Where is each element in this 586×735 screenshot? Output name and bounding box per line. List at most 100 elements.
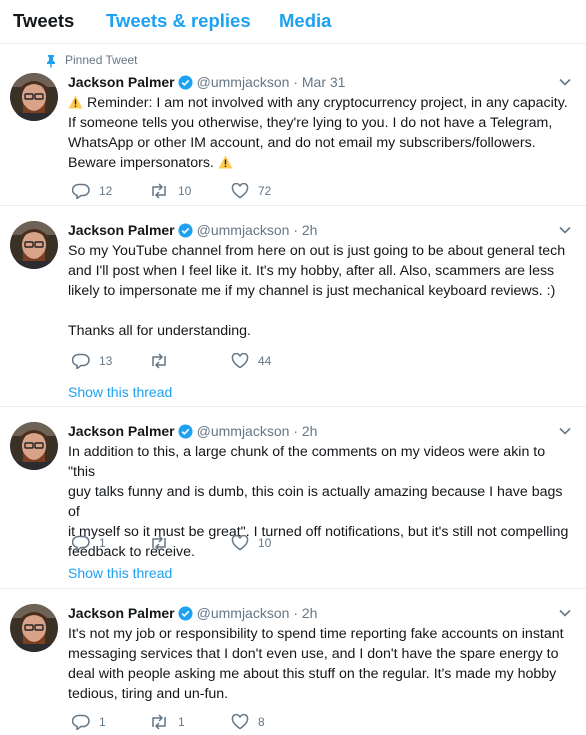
author-name[interactable]: Jackson Palmer: [68, 222, 175, 238]
author-handle[interactable]: @ummjackson: [197, 605, 290, 621]
like-button[interactable]: 44: [231, 353, 271, 369]
tweet-text-line: In addition to this, a large chunk of th…: [68, 444, 550, 480]
chevron-down-icon[interactable]: [558, 75, 572, 89]
retweet-icon: [152, 535, 166, 551]
show-thread-link[interactable]: Show this thread: [68, 384, 172, 400]
separator-dot: ·: [293, 423, 298, 439]
chevron-down-icon[interactable]: [558, 424, 572, 438]
retweet-button[interactable]: [149, 353, 178, 369]
tab-tweets[interactable]: Tweets: [13, 10, 74, 32]
avatar[interactable]: [10, 221, 58, 269]
retweet-count: 10: [178, 184, 192, 198]
tweet-text: So my YouTube channel from here on out i…: [68, 241, 572, 341]
tweet-text: It's not my job or responsibility to spe…: [68, 624, 572, 704]
separator-dot: ·: [293, 605, 298, 621]
reply-button[interactable]: 13: [72, 353, 112, 369]
heart-icon: [231, 183, 249, 199]
tweet-actions: 1 1 8: [68, 714, 368, 734]
retweet-icon: [152, 714, 166, 730]
avatar[interactable]: [10, 73, 58, 121]
avatar[interactable]: [10, 604, 58, 652]
tweet-text-line: and I'll post when I feel like it. It's …: [68, 263, 555, 279]
reply-icon: [72, 535, 90, 551]
reply-count: 13: [99, 354, 113, 368]
tweet-timestamp[interactable]: 2h: [302, 222, 318, 238]
reply-count: 12: [99, 184, 113, 198]
avatar[interactable]: [10, 422, 58, 470]
heart-icon: [231, 535, 249, 551]
author-handle[interactable]: @ummjackson: [197, 423, 290, 439]
retweet-button[interactable]: [149, 535, 178, 551]
tweet-text-line: likely to impersonate me if my channel i…: [68, 283, 556, 299]
tweet-pinned[interactable]: Pinned Tweet Jackson Palmer @ummjackson ·…: [0, 45, 586, 206]
pin-icon: [47, 55, 55, 68]
separator-dot: ·: [293, 74, 298, 90]
separator-dot: ·: [293, 222, 298, 238]
tweet-timestamp[interactable]: 2h: [302, 423, 318, 439]
reply-icon: [72, 183, 90, 199]
tweet-text-line: Reminder: I am not involved with any cry…: [86, 95, 568, 111]
like-button[interactable]: 72: [231, 183, 271, 199]
like-count: 72: [258, 184, 272, 198]
tweet-header: Jackson Palmer @ummjackson · 2h: [68, 422, 317, 440]
profile-tabs: Tweets Tweets & replies Media: [0, 0, 586, 44]
tweet-text-line: Thanks all for understanding.: [68, 323, 251, 339]
pinned-label: Pinned Tweet: [65, 53, 138, 67]
like-count: 10: [258, 536, 272, 550]
warning-emoji-icon: [68, 95, 83, 111]
chevron-down-icon[interactable]: [558, 223, 572, 237]
verified-badge-icon: [178, 75, 193, 90]
tweet-text-line: deal with people asking me about this st…: [68, 666, 557, 682]
tweet[interactable]: Jackson Palmer @ummjackson · 2h It's not …: [0, 590, 586, 735]
tweet-actions: 12 10 72: [68, 183, 368, 203]
verified-badge-icon: [178, 424, 193, 439]
tweet[interactable]: Jackson Palmer @ummjackson · 2h So my You…: [0, 207, 586, 407]
chevron-down-icon[interactable]: [558, 606, 572, 620]
tweet-header: Jackson Palmer @ummjackson · 2h: [68, 604, 317, 622]
tweet-text-line: So my YouTube channel from here on out i…: [68, 243, 566, 259]
like-button[interactable]: 10: [231, 535, 271, 551]
tweet-text: Reminder: I am not involved with any cry…: [68, 93, 572, 173]
like-button[interactable]: 8: [231, 714, 265, 730]
tweet[interactable]: Jackson Palmer @ummjackson · 2h In additi…: [0, 408, 586, 589]
author-name[interactable]: Jackson Palmer: [68, 605, 175, 621]
author-handle[interactable]: @ummjackson: [197, 74, 290, 90]
author-name[interactable]: Jackson Palmer: [68, 74, 175, 90]
retweet-icon: [152, 183, 166, 199]
like-count: 44: [258, 354, 272, 368]
tab-media[interactable]: Media: [279, 10, 331, 32]
tweet-timestamp[interactable]: Mar 31: [302, 74, 346, 90]
reply-icon: [72, 353, 90, 369]
author-handle[interactable]: @ummjackson: [197, 222, 290, 238]
heart-icon: [231, 353, 249, 369]
tweet-text-line: If someone tells you otherwise, they're …: [68, 115, 553, 131]
author-name[interactable]: Jackson Palmer: [68, 423, 175, 439]
heart-icon: [231, 714, 249, 730]
tweet-text-line: guy talks funny and is dumb, this coin i…: [68, 484, 567, 520]
reply-button[interactable]: 12: [72, 183, 112, 199]
tab-tweets-and-replies[interactable]: Tweets & replies: [106, 10, 251, 32]
reply-icon: [72, 714, 90, 730]
tweet-text-line: Beware impersonators.: [68, 155, 214, 171]
retweet-button[interactable]: 10: [149, 183, 191, 199]
reply-button[interactable]: 1: [72, 535, 106, 551]
retweet-button[interactable]: 1: [149, 714, 185, 730]
tweet-text-line: tedious, tiring and un-fun.: [68, 686, 229, 702]
retweet-count: 1: [178, 715, 185, 729]
tweet-actions: 13 44: [68, 353, 368, 373]
tweet-text-line: WhatsApp or other IM account, and do not…: [68, 135, 536, 151]
tweet-header: Jackson Palmer @ummjackson · Mar 31: [68, 73, 345, 91]
reply-count: 1: [99, 715, 106, 729]
show-thread-link[interactable]: Show this thread: [68, 565, 172, 581]
tweet-text-line: messaging services that I don't even use…: [68, 646, 559, 662]
reply-count: 1: [99, 536, 106, 550]
like-count: 8: [258, 715, 265, 729]
warning-emoji-icon: [218, 155, 233, 171]
retweet-icon: [152, 353, 166, 369]
reply-button[interactable]: 1: [72, 714, 106, 730]
tweet-text-line: It's not my job or responsibility to spe…: [68, 626, 564, 642]
tweet-header: Jackson Palmer @ummjackson · 2h: [68, 221, 317, 239]
verified-badge-icon: [178, 223, 193, 238]
tweet-timestamp[interactable]: 2h: [302, 605, 318, 621]
tweet-actions: 1 10: [68, 535, 368, 555]
